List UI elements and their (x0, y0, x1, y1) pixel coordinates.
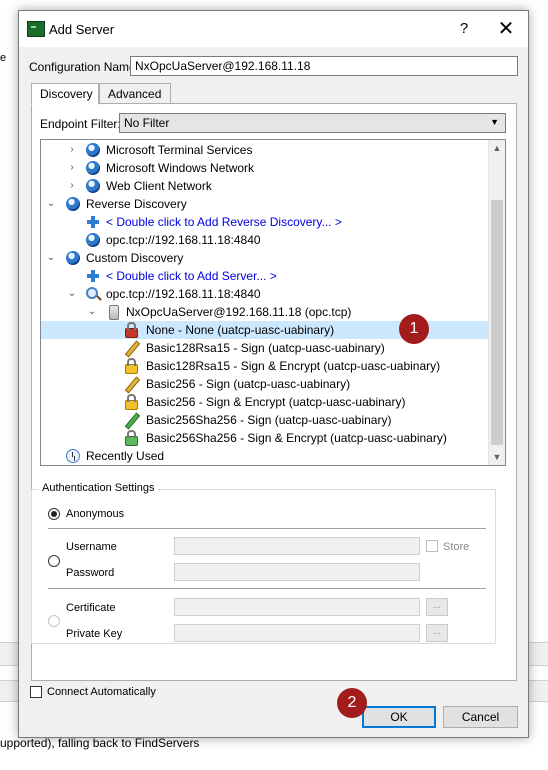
tree-item-label: None - None (uatcp-uasc-uabinary) (146, 323, 335, 337)
endpoint-filter-label: Endpoint Filter: (40, 117, 121, 131)
anonymous-radio[interactable] (48, 508, 60, 520)
app-icon (27, 21, 45, 37)
green-lock-icon (125, 430, 138, 446)
tree-item-label: Basic128Rsa15 - Sign & Encrypt (uatcp-ua… (146, 359, 441, 373)
password-field[interactable] (174, 563, 420, 581)
annotation-badge-2: 2 (337, 688, 367, 718)
tree-item-label: < Double click to Add Reverse Discovery.… (106, 215, 342, 229)
ok-button[interactable]: OK (362, 706, 436, 728)
discovery-tree[interactable]: › Microsoft Terminal Services › Microsof… (40, 139, 506, 466)
username-field[interactable] (174, 537, 420, 555)
scroll-down-icon[interactable]: ▼ (489, 449, 505, 465)
expand-chevron-icon[interactable]: › (66, 141, 78, 159)
cancel-button[interactable]: Cancel (443, 706, 518, 728)
sign-pencil-icon (124, 376, 141, 394)
tree-item-label: Basic256Sha256 - Sign (uatcp-uasc-uabina… (146, 413, 392, 427)
tree-item-label: < Double click to Add Server... > (106, 269, 277, 283)
scroll-up-icon[interactable]: ▲ (489, 140, 505, 156)
close-button[interactable]: ✕ (494, 17, 518, 41)
tree-item-label: Recently Used (86, 449, 165, 463)
collapse-chevron-icon[interactable]: ⌄ (45, 249, 57, 267)
lock-icon (125, 394, 138, 410)
help-button[interactable]: ? (452, 17, 476, 41)
tree-scrollbar[interactable]: ▲ ▼ (488, 140, 505, 465)
unsecure-lock-icon (125, 322, 138, 338)
tree-item-label: Basic128Rsa15 - Sign (uatcp-uasc-uabinar… (146, 341, 385, 355)
private-key-field[interactable] (174, 624, 420, 642)
username-label: Username (66, 541, 117, 553)
collapse-chevron-icon[interactable]: ⌄ (45, 195, 57, 213)
tree-item-label: Web Client Network (106, 179, 212, 193)
scroll-thumb[interactable] (491, 200, 503, 445)
username-password-radio[interactable] (48, 555, 60, 567)
globe-icon (86, 233, 100, 247)
globe-icon (66, 197, 80, 211)
background-status-text: upported), falling back to FindServers (0, 736, 200, 750)
tree-item-label: Basic256 - Sign (uatcp-uasc-uabinary) (146, 377, 351, 391)
add-icon (86, 269, 100, 283)
private-key-browse-button[interactable]: ... (426, 624, 448, 642)
authentication-settings-group: Authentication Settings Anonymous Userna… (31, 482, 497, 644)
expand-chevron-icon[interactable]: › (66, 177, 78, 195)
store-label: Store (443, 541, 470, 553)
tree-item-label: Microsoft Terminal Services (106, 143, 253, 157)
tree-item-label: Basic256Sha256 - Sign & Encrypt (uatcp-u… (146, 431, 447, 445)
password-label: Password (66, 567, 115, 579)
sign-pencil-icon (124, 340, 141, 358)
configuration-name-label: Configuration Name (29, 60, 136, 74)
tree-item-label: Custom Discovery (86, 251, 184, 265)
tree-item-label: opc.tcp://192.168.11.18:4840 (106, 233, 261, 247)
lock-icon (125, 358, 138, 374)
divider (48, 588, 486, 589)
configuration-name-input[interactable] (130, 56, 518, 76)
collapse-chevron-icon[interactable]: ⌄ (66, 285, 78, 303)
endpoint-filter-value: No Filter (124, 116, 170, 130)
certificate-browse-button[interactable]: ... (426, 598, 448, 616)
store-checkbox[interactable] (426, 540, 438, 552)
globe-icon (86, 161, 100, 175)
globe-icon (86, 179, 100, 193)
tab-discovery[interactable]: Discovery (31, 83, 99, 105)
globe-icon (66, 251, 80, 265)
authentication-settings-legend: Authentication Settings (39, 482, 158, 494)
clock-icon (66, 449, 80, 463)
background-label-fragment: e (0, 52, 7, 64)
green-pencil-icon (124, 412, 141, 430)
magnifier-icon (86, 287, 98, 299)
tab-advanced[interactable]: Advanced (99, 83, 171, 104)
connect-automatically-checkbox[interactable] (30, 686, 42, 698)
private-key-label: Private Key (66, 628, 123, 640)
certificate-label: Certificate (66, 602, 116, 614)
collapse-chevron-icon[interactable]: ⌄ (86, 303, 98, 321)
annotation-badge-1: 1 (399, 314, 429, 344)
divider (48, 528, 486, 529)
connect-automatically-label: Connect Automatically (47, 686, 156, 698)
endpoint-filter-select[interactable]: No Filter ▼ (119, 113, 506, 133)
dropdown-arrow-icon: ▼ (490, 117, 499, 127)
certificate-radio[interactable] (48, 615, 60, 627)
tree-item-label: NxOpcUaServer@192.168.11.18 (opc.tcp) (126, 305, 352, 319)
tree-item-label: Basic256 - Sign & Encrypt (uatcp-uasc-ua… (146, 395, 406, 409)
certificate-field[interactable] (174, 598, 420, 616)
anonymous-label: Anonymous (66, 508, 125, 520)
title-bar[interactable]: Add Server ? ✕ (19, 11, 528, 47)
expand-chevron-icon[interactable]: › (66, 159, 78, 177)
tree-item-label: Microsoft Windows Network (106, 161, 255, 175)
tree-item-label: opc.tcp://192.168.11.18:4840 (106, 287, 261, 301)
add-icon (86, 215, 100, 229)
globe-icon (86, 143, 100, 157)
add-server-dialog: Add Server ? ✕ Configuration Name Discov… (18, 10, 529, 738)
server-icon (109, 305, 119, 320)
tree-item-label: Reverse Discovery (86, 197, 187, 211)
dialog-title: Add Server (49, 22, 115, 37)
